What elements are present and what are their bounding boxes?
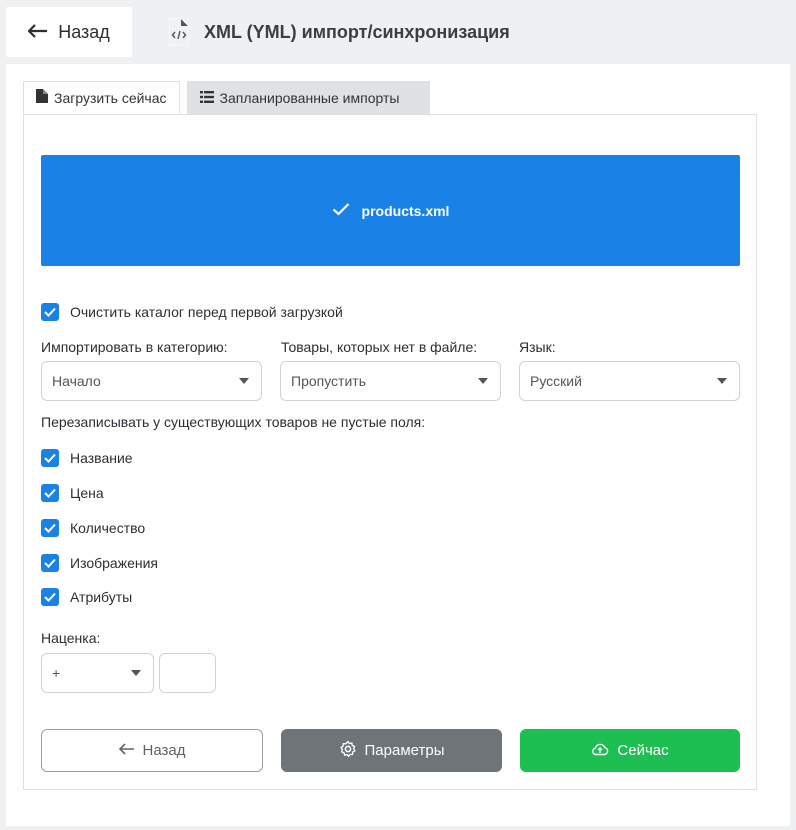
language-select-value: Русский bbox=[530, 373, 582, 389]
overwrite-price-checkbox[interactable] bbox=[41, 484, 59, 502]
import-now-button-label: Сейчас bbox=[617, 742, 669, 759]
category-select-value: Начало bbox=[52, 373, 101, 389]
parameters-button-label: Параметры bbox=[364, 742, 445, 759]
language-label: Язык: bbox=[519, 339, 556, 355]
overwrite-images-checkbox[interactable] bbox=[41, 554, 59, 572]
uploaded-file-name: products.xml bbox=[361, 202, 450, 219]
page-title: XML (YML) импорт/синхронизация bbox=[204, 21, 510, 42]
overwrite-item-label: Цена bbox=[70, 485, 104, 501]
overwrite-item: Количество bbox=[41, 519, 145, 537]
upload-panel: products.xml Очистить каталог перед перв… bbox=[23, 114, 757, 790]
chevron-down-icon bbox=[478, 378, 488, 384]
arrow-left-icon bbox=[118, 742, 135, 759]
overwrite-label: Перезаписывать у существующих товаров не… bbox=[41, 414, 426, 430]
clear-catalog-row: Очистить каталог перед первой загрузкой bbox=[41, 303, 343, 321]
category-select[interactable]: Начало bbox=[41, 361, 262, 401]
back-button[interactable]: Назад bbox=[41, 729, 263, 772]
import-card: Загрузить сейчас Запланированные импорты… bbox=[6, 64, 790, 826]
overwrite-item-label: Название bbox=[70, 450, 133, 466]
code-file-icon bbox=[168, 18, 190, 46]
tabs: Загрузить сейчас Запланированные импорты bbox=[23, 81, 430, 114]
tab-label: Запланированные импорты bbox=[219, 89, 400, 106]
tab-scheduled-imports[interactable]: Запланированные импорты bbox=[186, 81, 430, 114]
clear-catalog-label: Очистить каталог перед первой загрузкой bbox=[70, 304, 343, 320]
file-icon bbox=[36, 89, 48, 106]
overwrite-attributes-checkbox[interactable] bbox=[41, 588, 59, 606]
tab-upload-now[interactable]: Загрузить сейчас bbox=[23, 81, 180, 114]
chevron-down-icon bbox=[131, 670, 141, 676]
overwrite-item: Цена bbox=[41, 484, 104, 502]
page-header: XML (YML) импорт/синхронизация bbox=[168, 15, 510, 49]
chevron-down-icon bbox=[717, 378, 727, 384]
category-label: Импортировать в категорию: bbox=[41, 339, 228, 355]
file-dropzone[interactable]: products.xml bbox=[41, 155, 740, 266]
list-icon bbox=[199, 90, 214, 106]
check-icon bbox=[332, 202, 350, 219]
header-back-button[interactable]: Назад bbox=[6, 7, 132, 57]
markup-sign-select[interactable]: + bbox=[41, 653, 154, 693]
top-bar: Назад XML (YML) импорт/синхронизация bbox=[0, 0, 796, 62]
missing-products-label: Товары, которых нет в файле: bbox=[281, 339, 478, 355]
missing-products-select[interactable]: Пропустить bbox=[280, 361, 501, 401]
arrow-left-icon bbox=[27, 22, 48, 42]
overwrite-quantity-checkbox[interactable] bbox=[41, 519, 59, 537]
overwrite-item: Атрибуты bbox=[41, 588, 132, 606]
chevron-down-icon bbox=[239, 378, 249, 384]
overwrite-item-label: Атрибуты bbox=[70, 589, 133, 605]
gear-icon bbox=[339, 740, 357, 762]
clear-catalog-checkbox[interactable] bbox=[41, 303, 59, 321]
overwrite-item-label: Количество bbox=[70, 520, 146, 536]
import-now-button[interactable]: Сейчас bbox=[520, 729, 740, 772]
missing-products-select-value: Пропустить bbox=[291, 373, 366, 389]
parameters-button[interactable]: Параметры bbox=[281, 729, 502, 772]
back-button-label: Назад bbox=[142, 742, 186, 759]
overwrite-item: Изображения bbox=[41, 554, 158, 572]
markup-label: Наценка: bbox=[41, 630, 101, 646]
overwrite-item-label: Изображения bbox=[70, 555, 158, 571]
markup-value-input[interactable] bbox=[159, 653, 216, 693]
language-select[interactable]: Русский bbox=[519, 361, 740, 401]
tab-label: Загрузить сейчас bbox=[54, 89, 167, 106]
overwrite-name-checkbox[interactable] bbox=[41, 449, 59, 467]
cloud-upload-icon bbox=[591, 742, 609, 760]
markup-sign-value: + bbox=[52, 665, 61, 681]
header-back-label: Назад bbox=[58, 21, 110, 42]
overwrite-item: Название bbox=[41, 449, 133, 467]
